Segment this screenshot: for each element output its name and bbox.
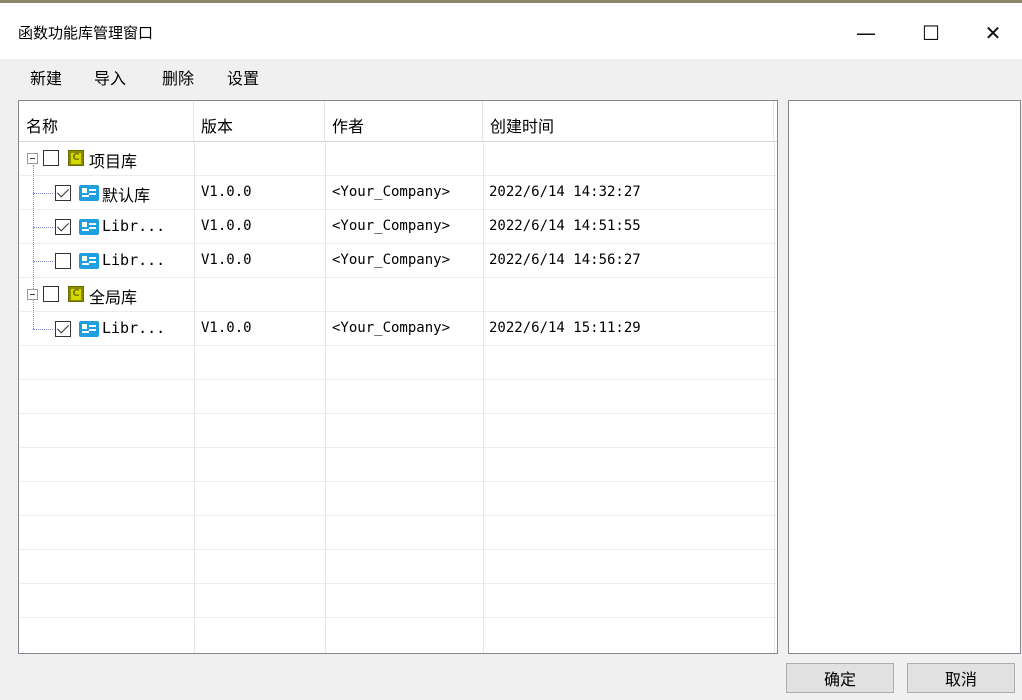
window-title: 函数功能库管理窗口 xyxy=(18,24,154,42)
column-divider xyxy=(483,141,484,653)
library-name: 默认库 xyxy=(102,186,151,205)
menu-settings[interactable]: 设置 xyxy=(227,65,259,89)
header-divider xyxy=(19,141,777,142)
tree-line xyxy=(33,165,34,291)
row-divider xyxy=(19,209,777,210)
row-divider xyxy=(19,481,777,482)
row-divider xyxy=(19,549,777,550)
library-author: <Your_Company> xyxy=(332,320,451,336)
library-author: <Your_Company> xyxy=(332,252,451,268)
library-tree-table: 名称 版本 作者 创建时间 C 项目库 默认库 V1.0.0 <Your_Com… xyxy=(18,100,778,654)
column-header-version[interactable]: 版本 xyxy=(194,101,325,141)
detail-panel xyxy=(788,100,1021,654)
library-version: V1.0.0 xyxy=(201,320,252,336)
component-letter: C xyxy=(71,288,81,300)
maximize-button[interactable]: ☐ xyxy=(908,13,954,53)
group-name: 项目库 xyxy=(89,152,138,171)
library-checkbox[interactable] xyxy=(55,185,71,201)
row-divider xyxy=(19,413,777,414)
menu-bar: 新建 导入 删除 设置 xyxy=(0,59,1022,93)
library-version: V1.0.0 xyxy=(201,252,252,268)
column-header-name[interactable]: 名称 xyxy=(19,101,194,141)
library-icon xyxy=(79,321,99,337)
row-divider xyxy=(19,345,777,346)
library-icon xyxy=(79,253,99,269)
library-version: V1.0.0 xyxy=(201,184,252,200)
library-icon xyxy=(79,219,99,235)
library-icon xyxy=(79,185,99,201)
component-library-icon: C xyxy=(68,286,84,302)
row-divider xyxy=(19,311,777,312)
close-button[interactable]: ✕ xyxy=(970,13,1016,53)
column-header-created[interactable]: 创建时间 xyxy=(483,101,774,141)
tree-line xyxy=(33,261,53,262)
library-author: <Your_Company> xyxy=(332,218,451,234)
row-divider xyxy=(19,277,777,278)
title-bar: 函数功能库管理窗口 — ☐ ✕ xyxy=(0,3,1022,59)
library-created: 2022/6/14 14:51:55 xyxy=(489,218,641,234)
column-divider xyxy=(774,141,775,653)
group-checkbox[interactable] xyxy=(43,150,59,166)
ok-button[interactable]: 确定 xyxy=(786,663,894,693)
library-created: 2022/6/14 15:11:29 xyxy=(489,320,641,336)
menu-import[interactable]: 导入 xyxy=(94,65,126,89)
collapse-toggle-icon[interactable] xyxy=(27,289,38,300)
column-divider xyxy=(325,141,326,653)
tree-line xyxy=(33,227,53,228)
library-author: <Your_Company> xyxy=(332,184,451,200)
library-checkbox[interactable] xyxy=(55,253,71,269)
row-divider xyxy=(19,175,777,176)
library-name: Libr... xyxy=(102,217,166,235)
row-divider xyxy=(19,379,777,380)
row-divider xyxy=(19,243,777,244)
library-name: Libr... xyxy=(102,319,166,337)
tree-line xyxy=(33,193,53,194)
tree-line xyxy=(33,329,53,330)
row-divider xyxy=(19,447,777,448)
component-library-icon: C xyxy=(68,150,84,166)
group-name: 全局库 xyxy=(89,288,138,307)
library-name: Libr... xyxy=(102,251,166,269)
library-checkbox[interactable] xyxy=(55,321,71,337)
library-checkbox[interactable] xyxy=(55,219,71,235)
group-checkbox[interactable] xyxy=(43,286,59,302)
component-letter: C xyxy=(71,152,81,164)
menu-delete[interactable]: 删除 xyxy=(162,65,194,89)
row-divider xyxy=(19,617,777,618)
tree-line xyxy=(33,299,34,329)
collapse-toggle-icon[interactable] xyxy=(27,153,38,164)
cancel-button[interactable]: 取消 xyxy=(907,663,1015,693)
column-divider xyxy=(194,141,195,653)
menu-new[interactable]: 新建 xyxy=(30,65,62,89)
library-created: 2022/6/14 14:56:27 xyxy=(489,252,641,268)
row-divider xyxy=(19,583,777,584)
library-version: V1.0.0 xyxy=(201,218,252,234)
library-created: 2022/6/14 14:32:27 xyxy=(489,184,641,200)
row-divider xyxy=(19,515,777,516)
minimize-button[interactable]: — xyxy=(843,13,889,53)
column-header-author[interactable]: 作者 xyxy=(325,101,483,141)
